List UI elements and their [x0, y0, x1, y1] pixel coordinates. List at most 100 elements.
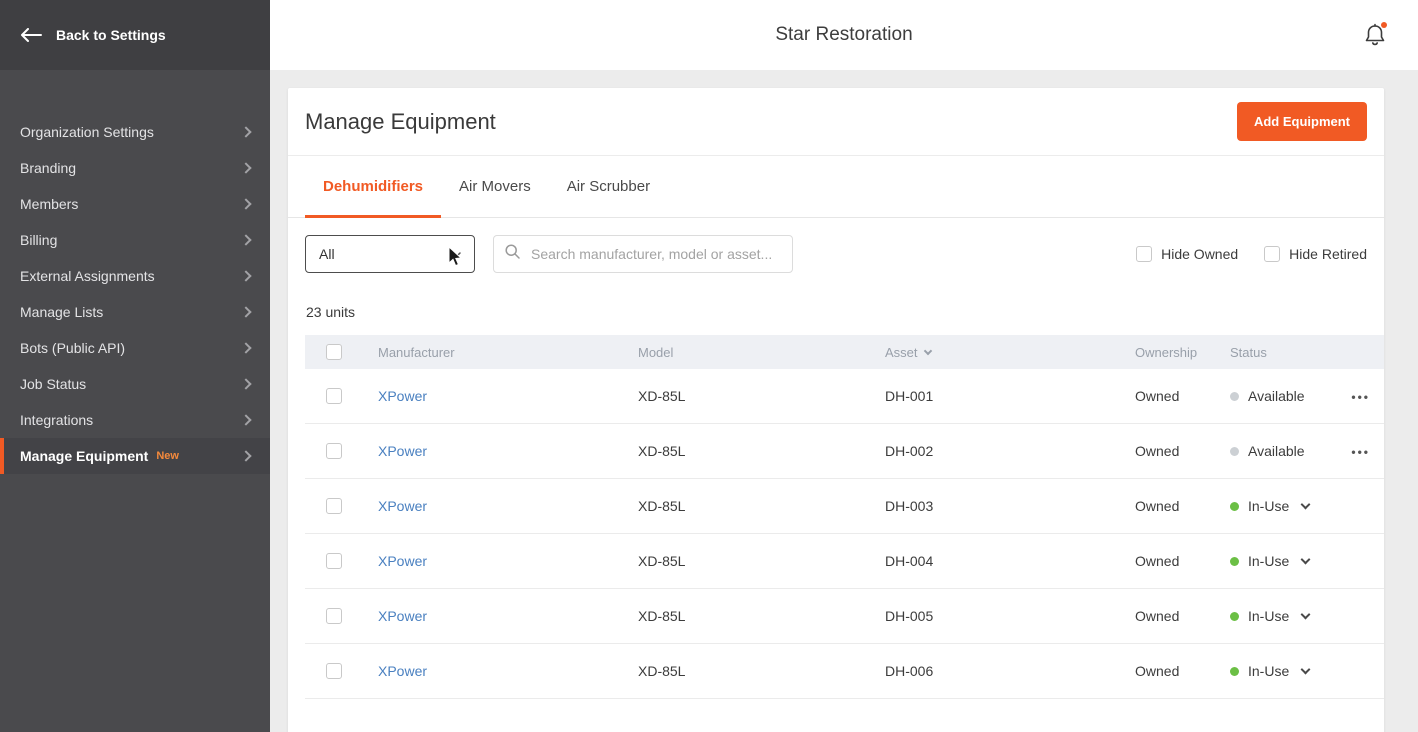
asset-cell: DH-006 [885, 663, 1135, 679]
row-checkbox[interactable] [326, 553, 342, 569]
filter-dropdown[interactable]: All [305, 235, 475, 273]
tab-label: Dehumidifiers [323, 178, 423, 195]
more-actions-button[interactable]: ••• [1351, 390, 1370, 404]
status-dot-icon [1230, 667, 1239, 676]
manufacturer-cell: XPower [378, 498, 638, 514]
column-header-ownership[interactable]: Ownership [1135, 345, 1230, 360]
manufacturer-link[interactable]: XPower [378, 443, 427, 459]
table-row: XPower XD-85L DH-004 Owned In-Use [305, 534, 1384, 589]
hide-owned-toggle[interactable]: Hide Owned [1136, 246, 1238, 262]
ownership-cell: Owned [1135, 663, 1230, 679]
sidebar-item-bots-public-api[interactable]: Bots (Public API) [0, 330, 270, 366]
hide-owned-checkbox[interactable] [1136, 246, 1152, 262]
manufacturer-cell: XPower [378, 553, 638, 569]
tab-dehumidifiers[interactable]: Dehumidifiers [305, 156, 441, 217]
sidebar-item-branding[interactable]: Branding [0, 150, 270, 186]
row-checkbox[interactable] [326, 608, 342, 624]
manufacturer-cell: XPower [378, 443, 638, 459]
sidebar-item-manage-lists[interactable]: Manage Lists [0, 294, 270, 330]
notifications-bell-button[interactable] [1364, 23, 1386, 47]
status-label: Available [1248, 388, 1305, 404]
row-checkbox-cell [326, 388, 378, 404]
filters-row: All Hide Owned [288, 218, 1384, 273]
row-checkbox[interactable] [326, 663, 342, 679]
chevron-right-icon [240, 306, 251, 317]
table-row: XPower XD-85L DH-005 Owned In-Use [305, 589, 1384, 644]
column-header-status[interactable]: Status [1230, 345, 1384, 360]
row-checkbox[interactable] [326, 443, 342, 459]
status-dot-icon [1230, 392, 1239, 401]
table-row: XPower XD-85L DH-002 Owned Available ••• [305, 424, 1384, 479]
asset-cell: DH-004 [885, 553, 1135, 569]
chevron-right-icon [240, 414, 251, 425]
asset-cell: DH-001 [885, 388, 1135, 404]
status-cell[interactable]: In-Use [1230, 663, 1334, 679]
status-label: In-Use [1248, 663, 1289, 679]
status-cell[interactable]: In-Use [1230, 498, 1334, 514]
filter-dropdown-value: All [319, 246, 335, 262]
sidebar-item-manage-equipment[interactable]: Manage Equipment New [0, 438, 270, 474]
column-label: Model [638, 345, 673, 360]
status-label: In-Use [1248, 498, 1289, 514]
sidebar-item-label: Branding [20, 160, 76, 176]
column-label: Ownership [1135, 345, 1197, 360]
row-actions-cell: ••• [1334, 388, 1384, 404]
column-header-model[interactable]: Model [638, 345, 885, 360]
model-cell: XD-85L [638, 498, 885, 514]
manufacturer-link[interactable]: XPower [378, 663, 427, 679]
status-cell[interactable]: Available [1230, 443, 1334, 459]
settings-sidebar: Back to Settings Organization Settings B… [0, 0, 270, 732]
hide-retired-label: Hide Retired [1289, 246, 1367, 262]
select-all-checkbox[interactable] [326, 344, 342, 360]
sidebar-item-external-assignments[interactable]: External Assignments [0, 258, 270, 294]
manufacturer-cell: XPower [378, 608, 638, 624]
column-header-manufacturer[interactable]: Manufacturer [378, 345, 638, 360]
row-checkbox[interactable] [326, 388, 342, 404]
row-checkbox[interactable] [326, 498, 342, 514]
tab-air-scrubber[interactable]: Air Scrubber [549, 156, 668, 217]
more-actions-button[interactable]: ••• [1351, 445, 1370, 459]
manufacturer-link[interactable]: XPower [378, 608, 427, 624]
manufacturer-link[interactable]: XPower [378, 388, 427, 404]
table-row: XPower XD-85L DH-003 Owned In-Use [305, 479, 1384, 534]
status-cell[interactable]: In-Use [1230, 553, 1334, 569]
chevron-down-icon [1301, 499, 1311, 509]
sidebar-item-members[interactable]: Members [0, 186, 270, 222]
hide-retired-toggle[interactable]: Hide Retired [1264, 246, 1367, 262]
content-area: Star Restoration Manage Equipment Add Eq… [270, 0, 1418, 732]
org-title: Star Restoration [775, 24, 912, 46]
filter-checkboxes: Hide Owned Hide Retired [1136, 246, 1367, 262]
ownership-cell: Owned [1135, 498, 1230, 514]
hide-retired-checkbox[interactable] [1264, 246, 1280, 262]
chevron-down-icon [450, 246, 461, 262]
manufacturer-link[interactable]: XPower [378, 498, 427, 514]
sidebar-item-label: Integrations [20, 412, 93, 428]
model-cell: XD-85L [638, 608, 885, 624]
tab-label: Air Scrubber [567, 178, 650, 195]
units-count: 23 units [306, 304, 1367, 320]
sidebar-item-job-status[interactable]: Job Status [0, 366, 270, 402]
search-input[interactable] [529, 245, 781, 263]
manufacturer-link[interactable]: XPower [378, 553, 427, 569]
manage-equipment-card: Manage Equipment Add Equipment Dehumidif… [288, 88, 1384, 732]
add-equipment-button[interactable]: Add Equipment [1237, 102, 1367, 141]
sidebar-item-label: Manage Lists [20, 304, 103, 320]
sidebar-item-label: Members [20, 196, 78, 212]
equipment-table: ManufacturerModel AssetOwnership Status XP… [305, 335, 1384, 699]
chevron-right-icon [240, 378, 251, 389]
sidebar-item-integrations[interactable]: Integrations [0, 402, 270, 438]
back-to-settings-button[interactable]: Back to Settings [0, 0, 270, 70]
column-header-asset[interactable]: Asset [885, 345, 1135, 360]
sidebar-nav: Organization Settings Branding Members B… [0, 114, 270, 474]
sidebar-item-billing[interactable]: Billing [0, 222, 270, 258]
search-icon [505, 244, 520, 264]
status-dot-icon [1230, 502, 1239, 511]
status-label: In-Use [1248, 608, 1289, 624]
status-cell[interactable]: In-Use [1230, 608, 1334, 624]
tab-air-movers[interactable]: Air Movers [441, 156, 549, 217]
status-cell[interactable]: Available [1230, 388, 1334, 404]
equipment-tabs: Dehumidifiers Air Movers Air Scrubber [288, 156, 1384, 218]
row-checkbox-cell [326, 663, 378, 679]
sidebar-item-organization-settings[interactable]: Organization Settings [0, 114, 270, 150]
tab-label: Air Movers [459, 178, 531, 195]
